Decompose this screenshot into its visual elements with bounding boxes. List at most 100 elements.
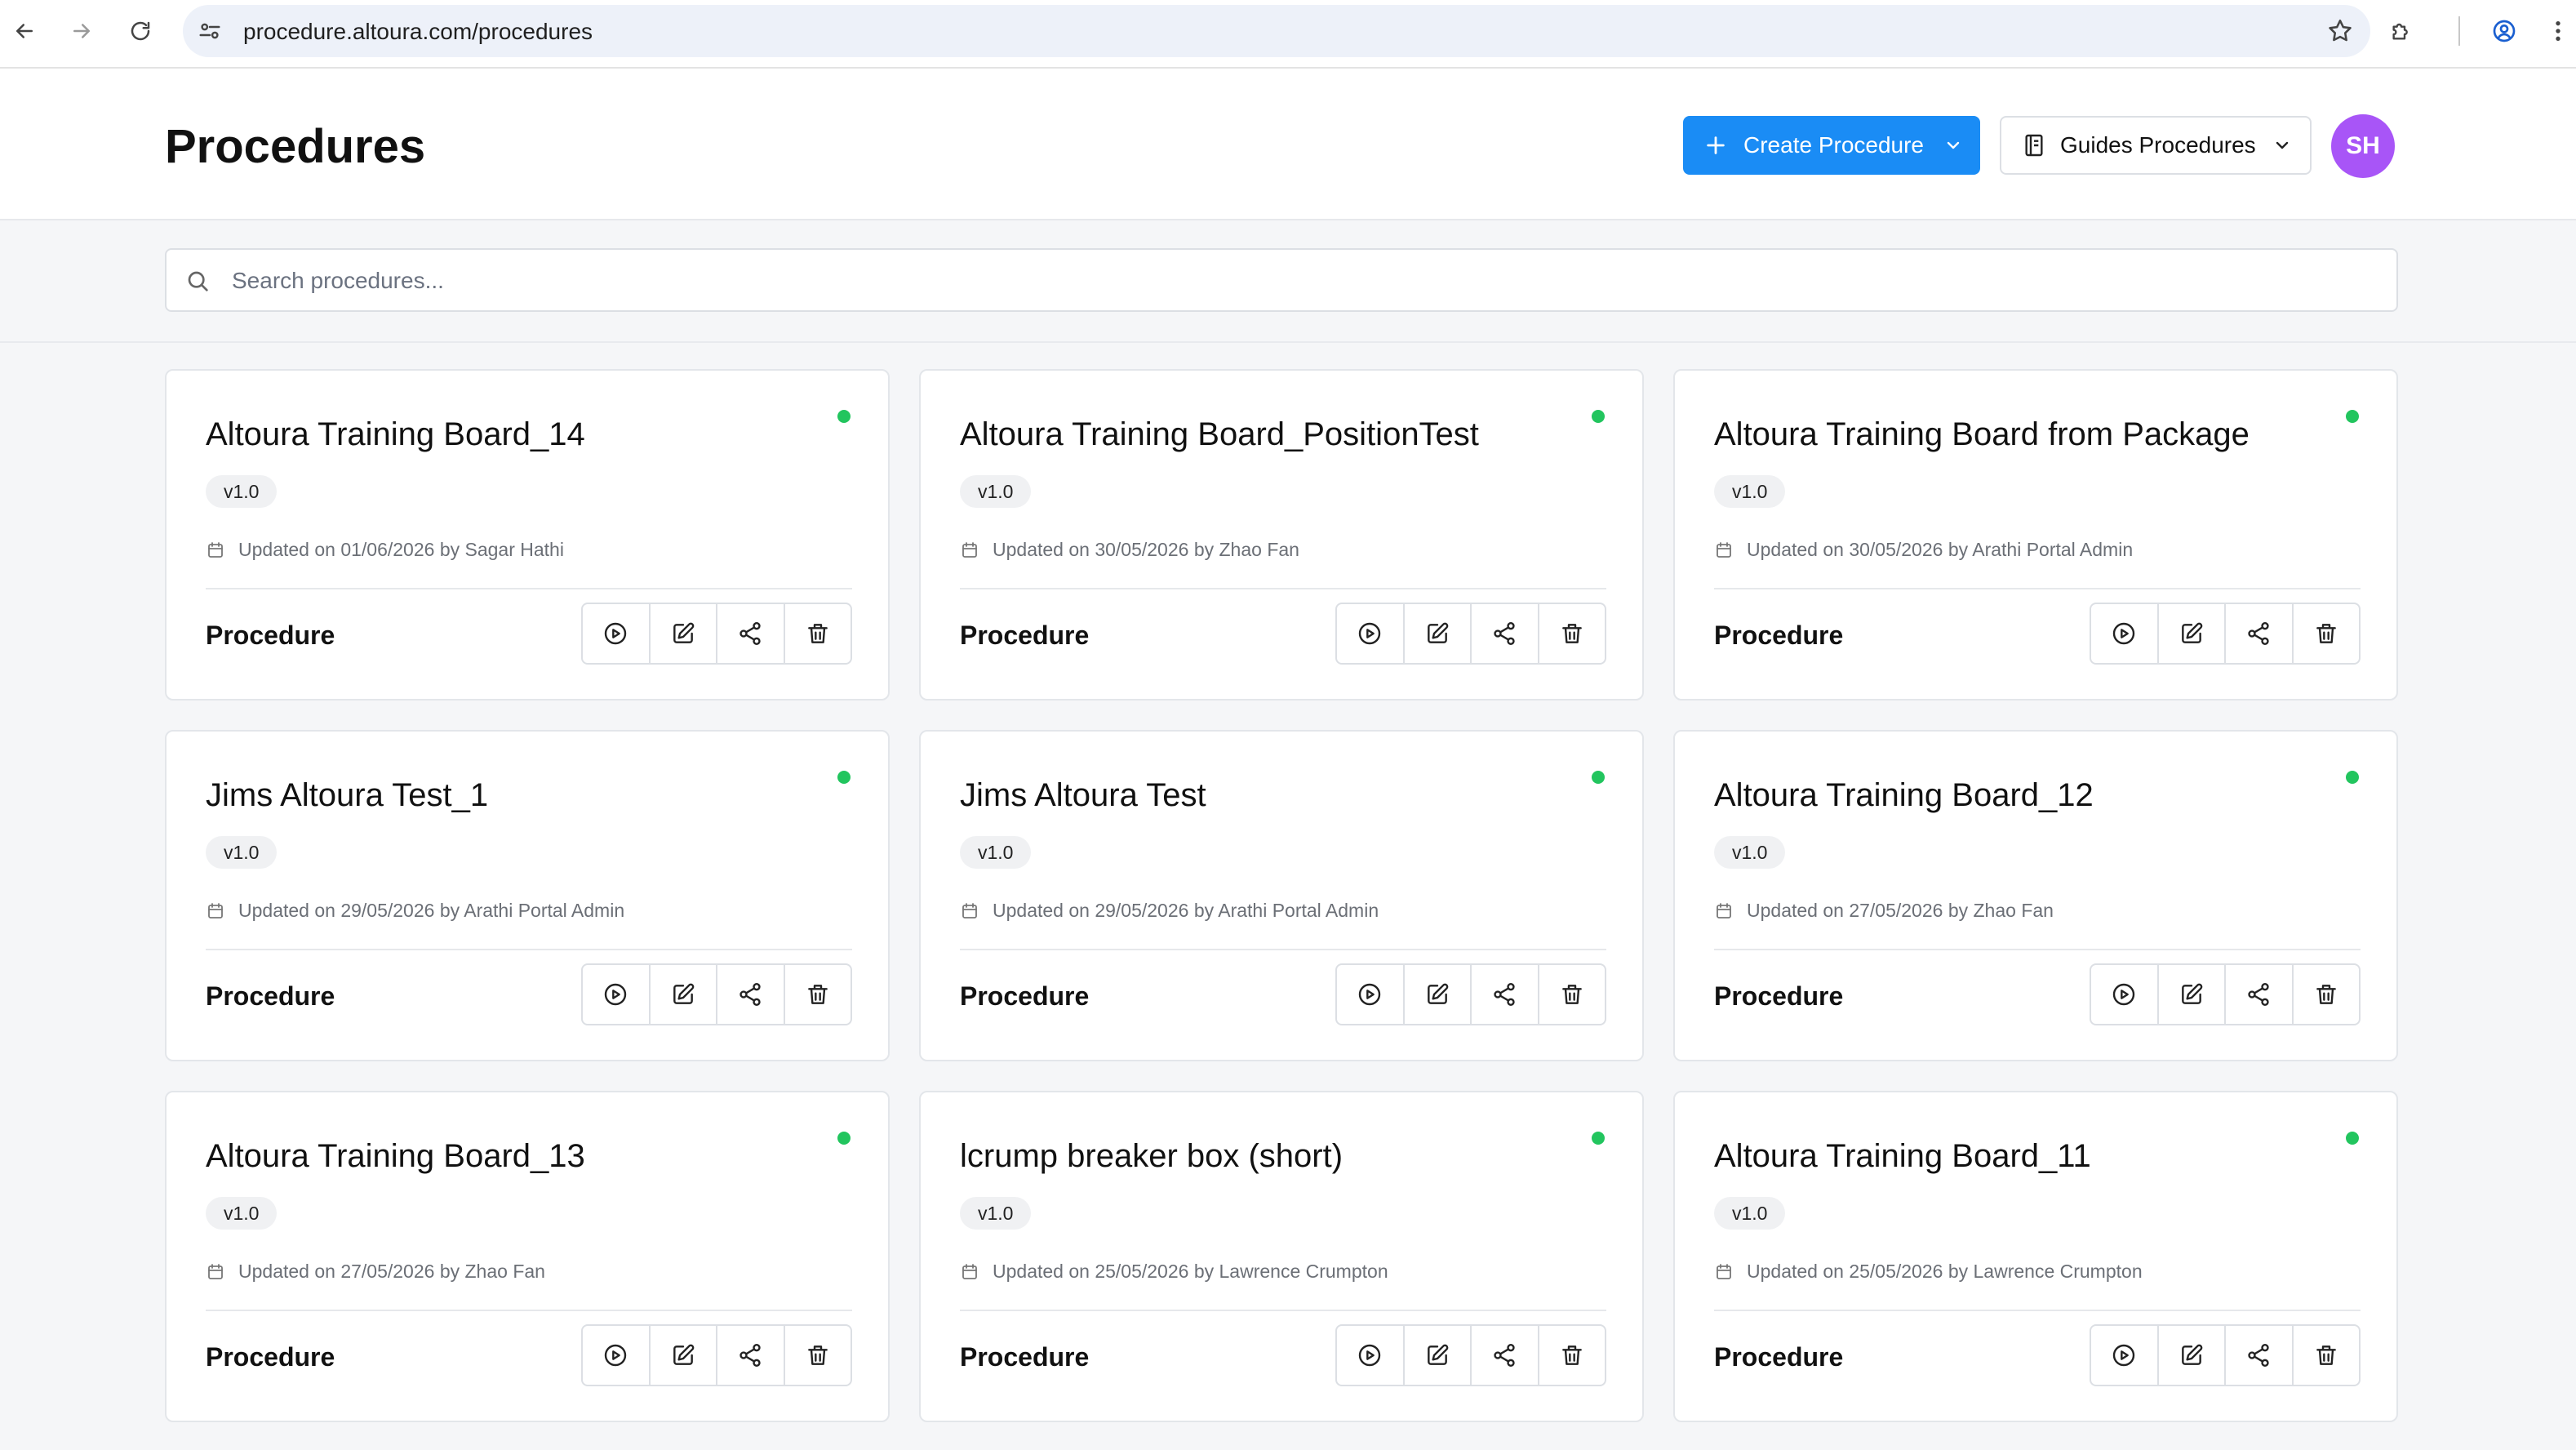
forward-button[interactable]: [62, 11, 101, 51]
procedure-card[interactable]: Altoura Training Board_13 v1.0 Updated o…: [165, 1091, 890, 1422]
edit-button[interactable]: [651, 1326, 717, 1385]
updated-text: Updated on 01/06/2026 by Sagar Hathi: [238, 539, 564, 560]
trash-icon: [1561, 624, 1582, 643]
updated-text: Updated on 27/05/2026 by Zhao Fan: [1747, 900, 2054, 921]
delete-button[interactable]: [785, 604, 851, 663]
share-button[interactable]: [717, 604, 785, 663]
status-indicator: [2346, 1132, 2359, 1145]
version-badge: v1.0: [1714, 836, 1786, 869]
version-badge: v1.0: [960, 836, 1032, 869]
delete-button[interactable]: [2294, 604, 2360, 663]
share-button[interactable]: [717, 1326, 785, 1385]
delete-button[interactable]: [2294, 1326, 2360, 1385]
updated-info: Updated on 27/05/2026 by Zhao Fan: [206, 1261, 545, 1283]
share-button[interactable]: [2226, 604, 2294, 663]
calendar-icon: [1717, 1263, 1731, 1279]
share-button[interactable]: [1472, 604, 1539, 663]
edit-button[interactable]: [651, 965, 717, 1024]
procedure-card[interactable]: Altoura Training Board from Package v1.0…: [1673, 369, 2398, 701]
procedure-type-label: Procedure: [1714, 1342, 1844, 1372]
edit-button[interactable]: [1405, 604, 1472, 663]
trash-icon: [807, 985, 828, 1004]
procedure-title[interactable]: Altoura Training Board_13: [206, 1138, 585, 1175]
edit-button[interactable]: [2159, 604, 2226, 663]
edit-icon: [673, 983, 695, 1004]
chevron-down-icon: [2276, 141, 2288, 149]
procedure-card[interactable]: Altoura Training Board_11 v1.0 Updated o…: [1673, 1091, 2398, 1422]
guides-procedures-dropdown[interactable]: Guides Procedures: [2000, 116, 2312, 175]
share-button[interactable]: [1472, 1326, 1539, 1385]
procedure-card[interactable]: Altoura Training Board_PositionTest v1.0…: [919, 369, 1644, 701]
version-badge: v1.0: [206, 475, 278, 508]
version-badge: v1.0: [206, 1197, 278, 1230]
card-actions: [1335, 1324, 1606, 1386]
delete-button[interactable]: [1539, 965, 1606, 1024]
bookmark-star-icon[interactable]: [2326, 17, 2354, 45]
back-button[interactable]: [5, 11, 44, 51]
play-button[interactable]: [583, 604, 651, 663]
search-input[interactable]: [230, 261, 2356, 300]
procedure-title[interactable]: Altoura Training Board_PositionTest: [960, 416, 1479, 453]
delete-button[interactable]: [1539, 604, 1606, 663]
procedure-card[interactable]: Altoura Training Board_12 v1.0 Updated o…: [1673, 730, 2398, 1061]
procedure-title[interactable]: Jims Altoura Test_1: [206, 777, 488, 814]
url-text[interactable]: procedure.altoura.com/procedures: [243, 19, 593, 45]
play-button[interactable]: [1337, 1326, 1405, 1385]
play-button[interactable]: [2091, 1326, 2159, 1385]
play-button[interactable]: [1337, 965, 1405, 1024]
version-badge: v1.0: [960, 475, 1032, 508]
edit-button[interactable]: [1405, 965, 1472, 1024]
procedure-card[interactable]: lcrump breaker box (short) v1.0 Updated …: [919, 1091, 1644, 1422]
procedure-title[interactable]: Jims Altoura Test: [960, 777, 1206, 814]
search-box[interactable]: [165, 248, 2398, 312]
extensions-button[interactable]: [2382, 11, 2421, 51]
user-avatar[interactable]: SH: [2331, 114, 2395, 178]
play-button[interactable]: [583, 965, 651, 1024]
procedure-title[interactable]: Altoura Training Board_12: [1714, 777, 2094, 814]
share-icon: [2248, 1344, 2269, 1367]
calendar-icon: [208, 902, 223, 918]
card-divider: [960, 588, 1606, 589]
play-button[interactable]: [583, 1326, 651, 1385]
updated-info: Updated on 25/05/2026 by Lawrence Crumpt…: [960, 1261, 1388, 1283]
trash-icon: [807, 1345, 828, 1365]
delete-button[interactable]: [2294, 965, 2360, 1024]
reload-button[interactable]: [121, 11, 160, 51]
edit-button[interactable]: [1405, 1326, 1472, 1385]
trash-icon: [2316, 1345, 2336, 1365]
play-button[interactable]: [1337, 604, 1405, 663]
procedure-card[interactable]: Altoura Training Board_14 v1.0 Updated o…: [165, 369, 890, 701]
share-button[interactable]: [2226, 965, 2294, 1024]
play-button[interactable]: [2091, 604, 2159, 663]
card-actions: [2090, 1324, 2361, 1386]
card-actions: [2090, 963, 2361, 1025]
browser-menu-button[interactable]: [2543, 11, 2573, 51]
play-button[interactable]: [2091, 965, 2159, 1024]
create-procedure-button[interactable]: Create Procedure: [1683, 116, 1980, 175]
procedure-title[interactable]: Altoura Training Board from Package: [1714, 416, 2250, 453]
share-button[interactable]: [2226, 1326, 2294, 1385]
edit-button[interactable]: [2159, 965, 2226, 1024]
play-icon: [605, 1344, 627, 1367]
calendar-icon: [208, 1263, 223, 1279]
site-settings-icon[interactable]: [198, 19, 222, 43]
edit-button[interactable]: [2159, 1326, 2226, 1385]
profile-button[interactable]: [2485, 11, 2524, 51]
share-button[interactable]: [1472, 965, 1539, 1024]
edit-button[interactable]: [651, 604, 717, 663]
address-bar[interactable]: procedure.altoura.com/procedures: [183, 5, 2370, 57]
procedure-card[interactable]: Jims Altoura Test_1 v1.0 Updated on 29/0…: [165, 730, 890, 1061]
card-actions: [1335, 963, 1606, 1025]
card-divider: [1714, 949, 2361, 950]
delete-button[interactable]: [785, 965, 851, 1024]
delete-button[interactable]: [785, 1326, 851, 1385]
procedure-title[interactable]: Altoura Training Board_11: [1714, 1138, 2091, 1175]
play-icon: [2113, 1344, 2135, 1367]
browser-toolbar: procedure.altoura.com/procedures: [0, 0, 2576, 69]
share-button[interactable]: [717, 965, 785, 1024]
procedure-title[interactable]: Altoura Training Board_14: [206, 416, 585, 453]
share-icon: [1494, 983, 1515, 1006]
procedure-title[interactable]: lcrump breaker box (short): [960, 1138, 1343, 1175]
delete-button[interactable]: [1539, 1326, 1606, 1385]
procedure-card[interactable]: Jims Altoura Test v1.0 Updated on 29/05/…: [919, 730, 1644, 1061]
